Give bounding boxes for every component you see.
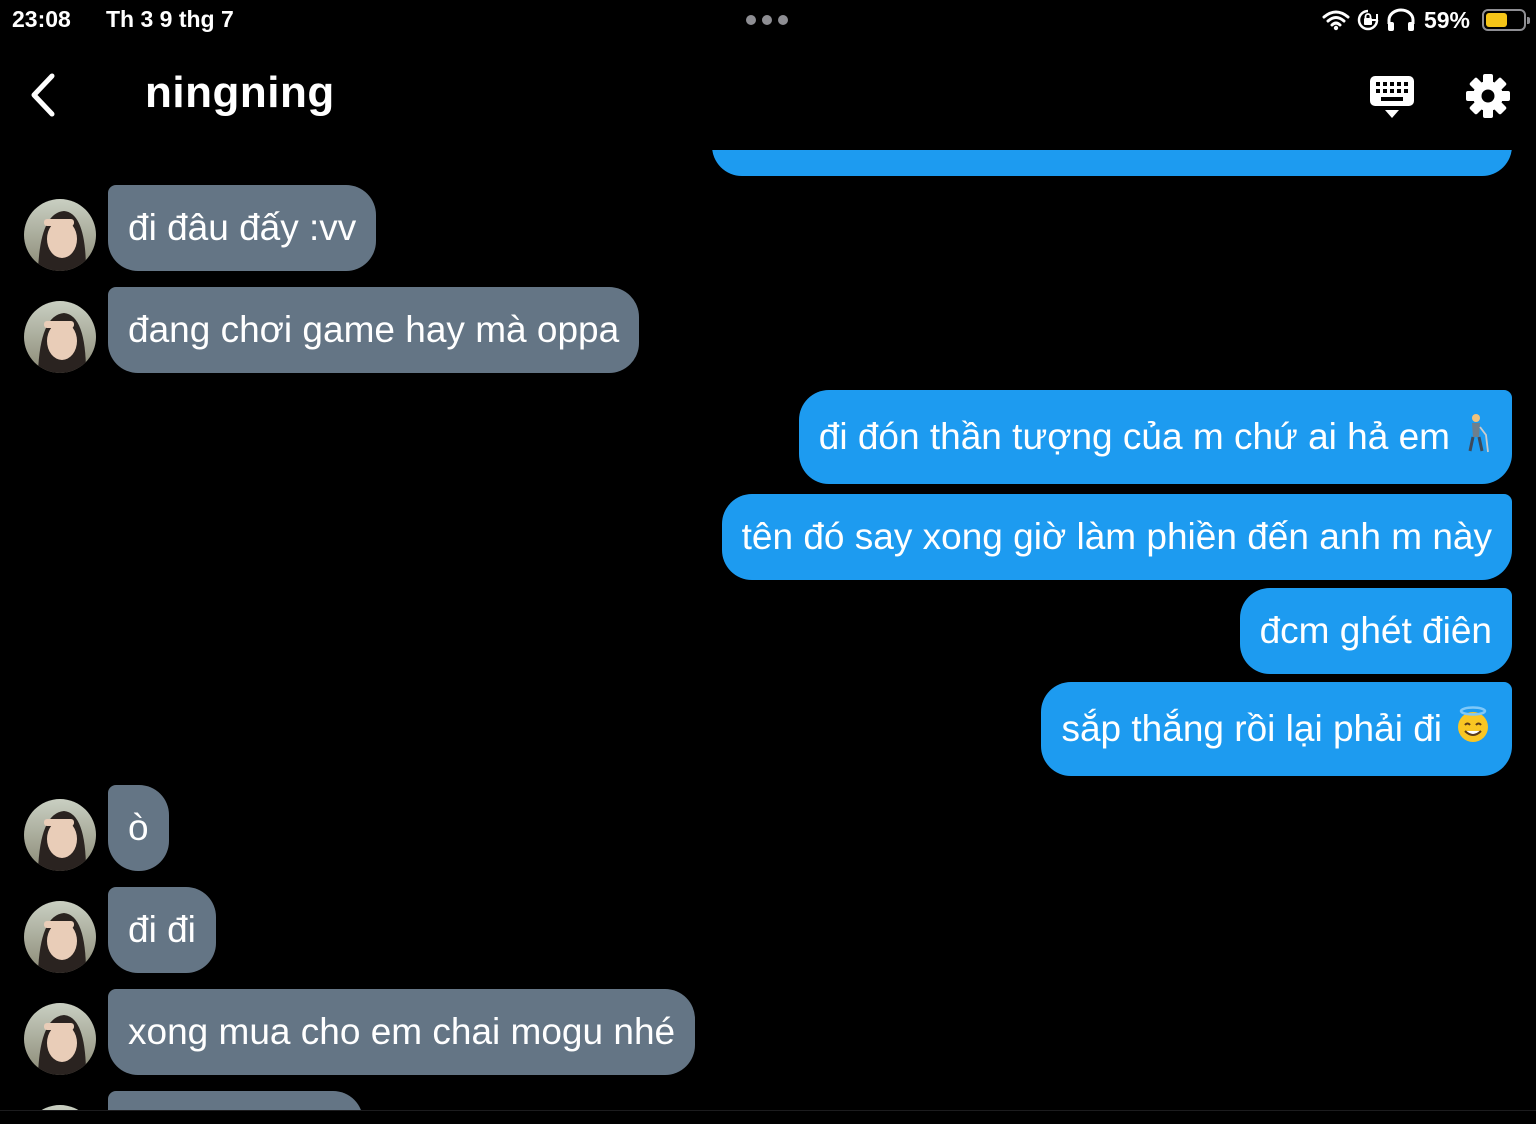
battery-icon <box>1482 9 1530 31</box>
message-bubble-outgoing[interactable]: sắp thắng rồi lại phải đi <box>1041 682 1512 776</box>
battery-percent: 59% <box>1423 6 1470 33</box>
status-time: 23:08 <box>12 6 71 32</box>
avatar[interactable] <box>24 199 96 271</box>
keyboard-dismiss-icon <box>1370 76 1414 118</box>
avatar[interactable] <box>24 901 96 973</box>
avatar[interactable] <box>24 799 96 871</box>
keyboard-button[interactable] <box>1368 74 1416 122</box>
battery-level <box>1486 13 1508 27</box>
smiling-face-with-halo-emoji <box>1454 705 1492 753</box>
message-text: ò <box>128 807 149 848</box>
message-bubble-outgoing[interactable]: đi đón thần tượng của m chứ ai hả em <box>798 390 1512 484</box>
headphones-icon <box>1387 8 1415 31</box>
message-bubble-incoming[interactable]: đang chơi game hay mà oppa <box>108 287 640 373</box>
message-text: sắp thắng rồi lại phải đi <box>1061 708 1442 749</box>
settings-button[interactable] <box>1464 72 1512 120</box>
avatar[interactable] <box>24 301 96 373</box>
conversation-header: ningning <box>0 40 1536 150</box>
status-bar: 23:08 Th 3 9 thg 7 59% <box>0 0 1536 40</box>
message-text: đi đón thần tượng của m chứ ai hả em <box>818 416 1450 457</box>
dm-screen: 23:08 Th 3 9 thg 7 59% ningning đi đâu đ… <box>0 0 1536 1124</box>
message-text: đi đi <box>128 909 196 950</box>
back-button[interactable] <box>24 70 64 120</box>
chevron-left-icon <box>31 73 55 117</box>
wifi-icon <box>1322 10 1350 31</box>
message-text: đi đâu đấy :vv <box>128 207 357 248</box>
person-with-cane-emoji <box>1462 413 1492 462</box>
status-right: 59% <box>1322 4 1530 36</box>
orientation-lock-icon <box>1357 9 1379 31</box>
message-text: xong mua cho em chai mogu nhé <box>128 1011 676 1052</box>
message-bubble-incoming[interactable]: đi đâu đấy :vv <box>108 185 377 271</box>
message-text: tên đó say xong giờ làm phiền đến anh m … <box>741 516 1492 557</box>
message-text: đang chơi game hay mà oppa <box>128 309 620 350</box>
gear-icon <box>1466 74 1510 118</box>
bottom-edge <box>0 1110 1536 1124</box>
status-date: Th 3 9 thg 7 <box>106 6 234 32</box>
avatar[interactable] <box>24 1003 96 1075</box>
message-list[interactable]: đi đâu đấy :vv đang chơi game hay mà opp… <box>0 150 1536 1110</box>
message-bubble-incoming[interactable]: xong mua cho em chai mogu nhé <box>108 989 696 1075</box>
message-bubble-outgoing[interactable] <box>712 150 1512 176</box>
message-bubble-outgoing[interactable]: đcm ghét điên <box>1239 588 1512 674</box>
message-text: đcm ghét điên <box>1259 610 1492 651</box>
message-bubble-incoming[interactable]: ò <box>108 785 169 871</box>
conversation-title: ningning <box>145 68 335 117</box>
message-bubble-incoming[interactable]: đi đi <box>108 887 216 973</box>
message-bubble-outgoing[interactable]: tên đó say xong giờ làm phiền đến anh m … <box>721 494 1512 580</box>
multitask-dots-icon[interactable] <box>746 15 788 25</box>
message-bubble-incoming[interactable] <box>108 1091 363 1110</box>
